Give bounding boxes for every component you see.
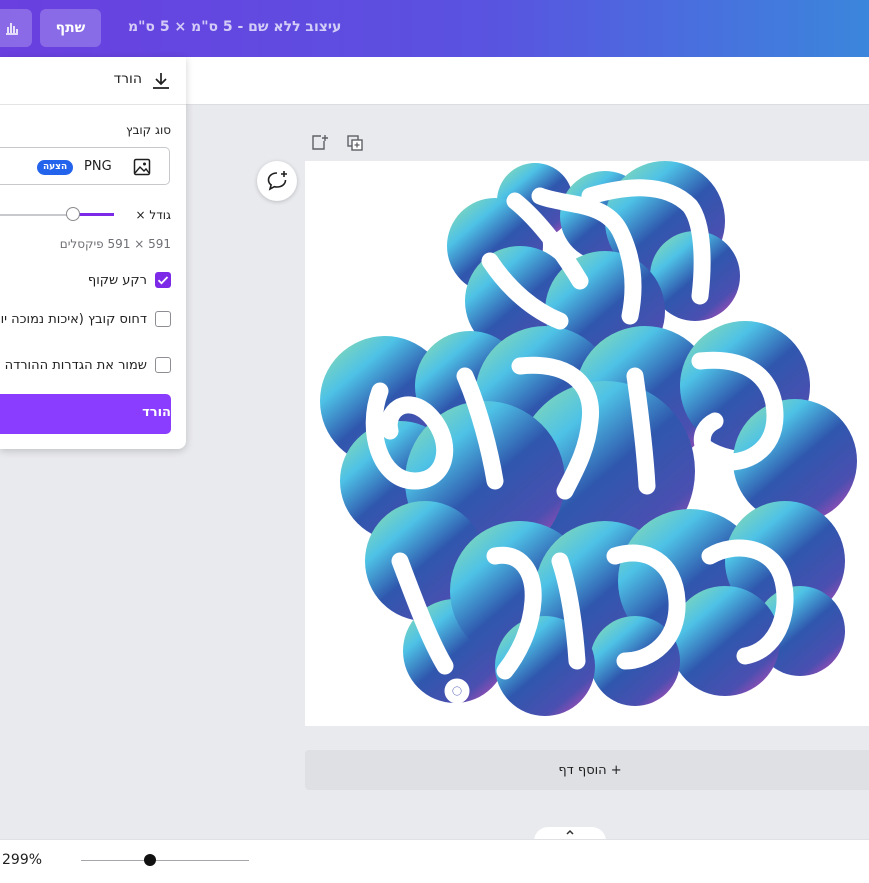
zoom-percentage[interactable]: 299% <box>2 852 42 868</box>
duplicate-icon[interactable] <box>346 134 364 152</box>
bar-chart-icon <box>6 23 18 35</box>
file-type-label: סוג קובץ <box>125 123 171 137</box>
file-type-value: PNG <box>84 159 112 174</box>
insights-button[interactable] <box>0 9 32 47</box>
add-comment-button[interactable] <box>257 161 297 201</box>
size-slider-fill <box>74 213 114 216</box>
image-icon <box>133 158 151 176</box>
transparent-background-label[interactable]: רקע שקוף <box>88 273 147 288</box>
add-page-icon[interactable] <box>310 134 328 152</box>
download-panel: הורד סוג קובץ PNG הצעה גודל × 591 × 591 … <box>0 57 186 449</box>
size-label: גודל × <box>135 208 171 222</box>
download-icon <box>153 73 169 89</box>
design-canvas[interactable] <box>305 161 869 726</box>
add-comment-icon <box>267 171 287 191</box>
size-slider-handle[interactable] <box>66 207 80 221</box>
purim-sticker[interactable] <box>305 161 869 726</box>
share-button[interactable]: שתף <box>40 9 101 47</box>
bottom-bar: 299% <box>0 839 869 883</box>
zoom-slider-track[interactable] <box>81 860 249 861</box>
compress-file-label[interactable]: דחוס קובץ (איכות נמוכה יותר) <box>0 312 147 327</box>
dimensions-text: 591 × 591 פיקסלים <box>59 237 171 251</box>
suggested-badge: הצעה <box>37 160 74 175</box>
add-page-button[interactable]: + הוסף דף <box>305 750 869 790</box>
file-type-select[interactable]: PNG הצעה <box>0 147 170 185</box>
document-title[interactable]: עיצוב ללא שם - 5 ס"מ × 5 ס"מ <box>128 19 341 35</box>
download-panel-header: הורד <box>0 57 186 105</box>
save-settings-checkbox[interactable] <box>155 357 171 373</box>
top-bar: שתף עיצוב ללא שם - 5 ס"מ × 5 ס"מ <box>0 0 869 57</box>
download-button-label: הורד <box>142 405 171 420</box>
transparent-background-checkbox[interactable] <box>155 272 171 288</box>
save-settings-label[interactable]: שמור את הגדרות ההורדה <box>5 358 147 373</box>
download-button[interactable]: הורד <box>0 394 171 434</box>
download-panel-title: הורד <box>113 71 142 87</box>
checkmark-icon <box>157 276 169 285</box>
zoom-slider-handle[interactable] <box>144 854 156 866</box>
size-slider-track[interactable] <box>0 214 74 216</box>
chevron-up-icon <box>566 829 574 835</box>
compress-file-checkbox[interactable] <box>155 311 171 327</box>
